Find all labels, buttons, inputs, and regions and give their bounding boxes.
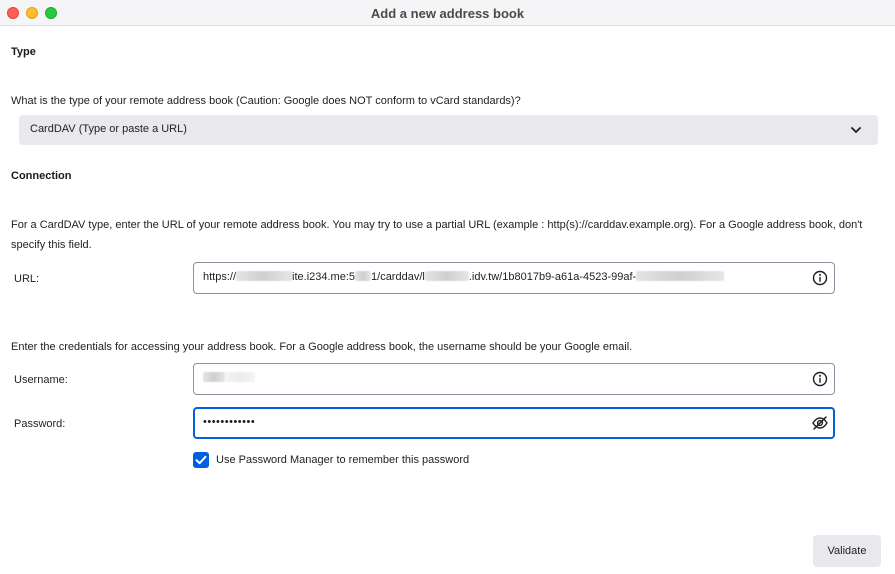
title-bar: Add a new address book	[0, 0, 895, 26]
password-label: Password:	[14, 418, 66, 430]
window-title: Add a new address book	[370, 6, 525, 21]
chevron-down-icon	[851, 127, 861, 133]
url-value: https://ite.i234.me:5 1/carddav/l .idv.tw/…	[203, 271, 725, 283]
password-input[interactable]: ••••••••••••	[193, 407, 835, 439]
info-icon[interactable]	[812, 371, 828, 387]
type-question: What is the type of your remote address …	[11, 95, 521, 107]
select-value: CardDAV (Type or paste a URL)	[30, 123, 187, 135]
url-input[interactable]: https://ite.i234.me:5 1/carddav/l .idv.tw/…	[193, 262, 835, 294]
connection-description: For a CardDAV type, enter the URL of you…	[11, 219, 863, 251]
username-input[interactable]	[193, 363, 835, 395]
checkmark-icon	[195, 455, 207, 465]
validate-button[interactable]: Validate	[813, 535, 881, 567]
url-label: URL:	[14, 273, 40, 285]
eye-slash-icon[interactable]	[811, 415, 829, 431]
password-manager-checkbox[interactable]	[193, 452, 209, 468]
connection-heading: Connection	[11, 170, 72, 182]
username-value	[203, 372, 255, 384]
info-icon[interactable]	[812, 270, 828, 286]
username-label: Username:	[14, 374, 68, 386]
address-book-type-select[interactable]: CardDAV (Type or paste a URL)	[19, 115, 878, 145]
credentials-description: Enter the credentials for accessing your…	[11, 341, 633, 353]
password-manager-label[interactable]: Use Password Manager to remember this pa…	[216, 454, 469, 466]
password-value: ••••••••••••	[203, 416, 256, 428]
type-heading: Type	[11, 46, 36, 58]
